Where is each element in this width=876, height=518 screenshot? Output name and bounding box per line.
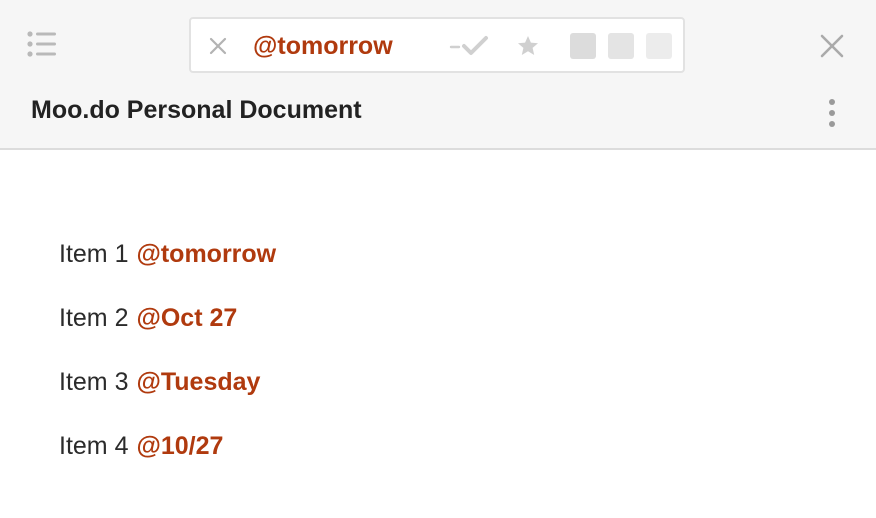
clear-filter-button[interactable]: [207, 35, 229, 57]
list-item[interactable]: Item 2 @Oct 27: [59, 300, 276, 364]
dash-check-icon: [449, 36, 488, 55]
header: @tomorrow Moo.do Personal Document: [0, 0, 876, 150]
date-tag[interactable]: @Tuesday: [136, 368, 260, 396]
more-vertical-icon: [829, 99, 835, 127]
date-tag[interactable]: @10/27: [136, 432, 223, 460]
menu-button[interactable]: [26, 28, 58, 60]
item-label: Item 1: [59, 240, 129, 268]
star-icon: [518, 36, 538, 55]
item-label: Item 2: [59, 304, 129, 332]
list-item[interactable]: Item 3 @Tuesday: [59, 364, 276, 428]
color-swatch-3[interactable]: [646, 33, 672, 59]
filter-text[interactable]: @tomorrow: [253, 31, 393, 61]
item-list: Item 1 @tomorrow Item 2 @Oct 27 Item 3 @Tue…: [59, 236, 276, 492]
done-filter-button[interactable]: [449, 35, 491, 57]
color-swatch-1[interactable]: [570, 33, 596, 59]
document-title: Moo.do Personal Document: [31, 96, 362, 124]
item-label: Item 4: [59, 432, 129, 460]
close-icon: [209, 37, 227, 55]
item-label: Item 3: [59, 368, 129, 396]
app-window: @tomorrow Moo.do Personal Document Item …: [0, 0, 876, 518]
list-item[interactable]: Item 1 @tomorrow: [59, 236, 276, 300]
close-icon: [820, 34, 844, 58]
date-tag[interactable]: @Oct 27: [136, 304, 237, 332]
list-icon: [27, 31, 56, 57]
star-filter-button[interactable]: [516, 34, 540, 58]
date-tag[interactable]: @tomorrow: [136, 240, 276, 268]
color-swatch-2[interactable]: [608, 33, 634, 59]
list-item[interactable]: Item 4 @10/27: [59, 428, 276, 492]
close-button[interactable]: [818, 32, 846, 60]
filter-bar: @tomorrow: [189, 17, 685, 73]
more-options-button[interactable]: [820, 96, 844, 130]
